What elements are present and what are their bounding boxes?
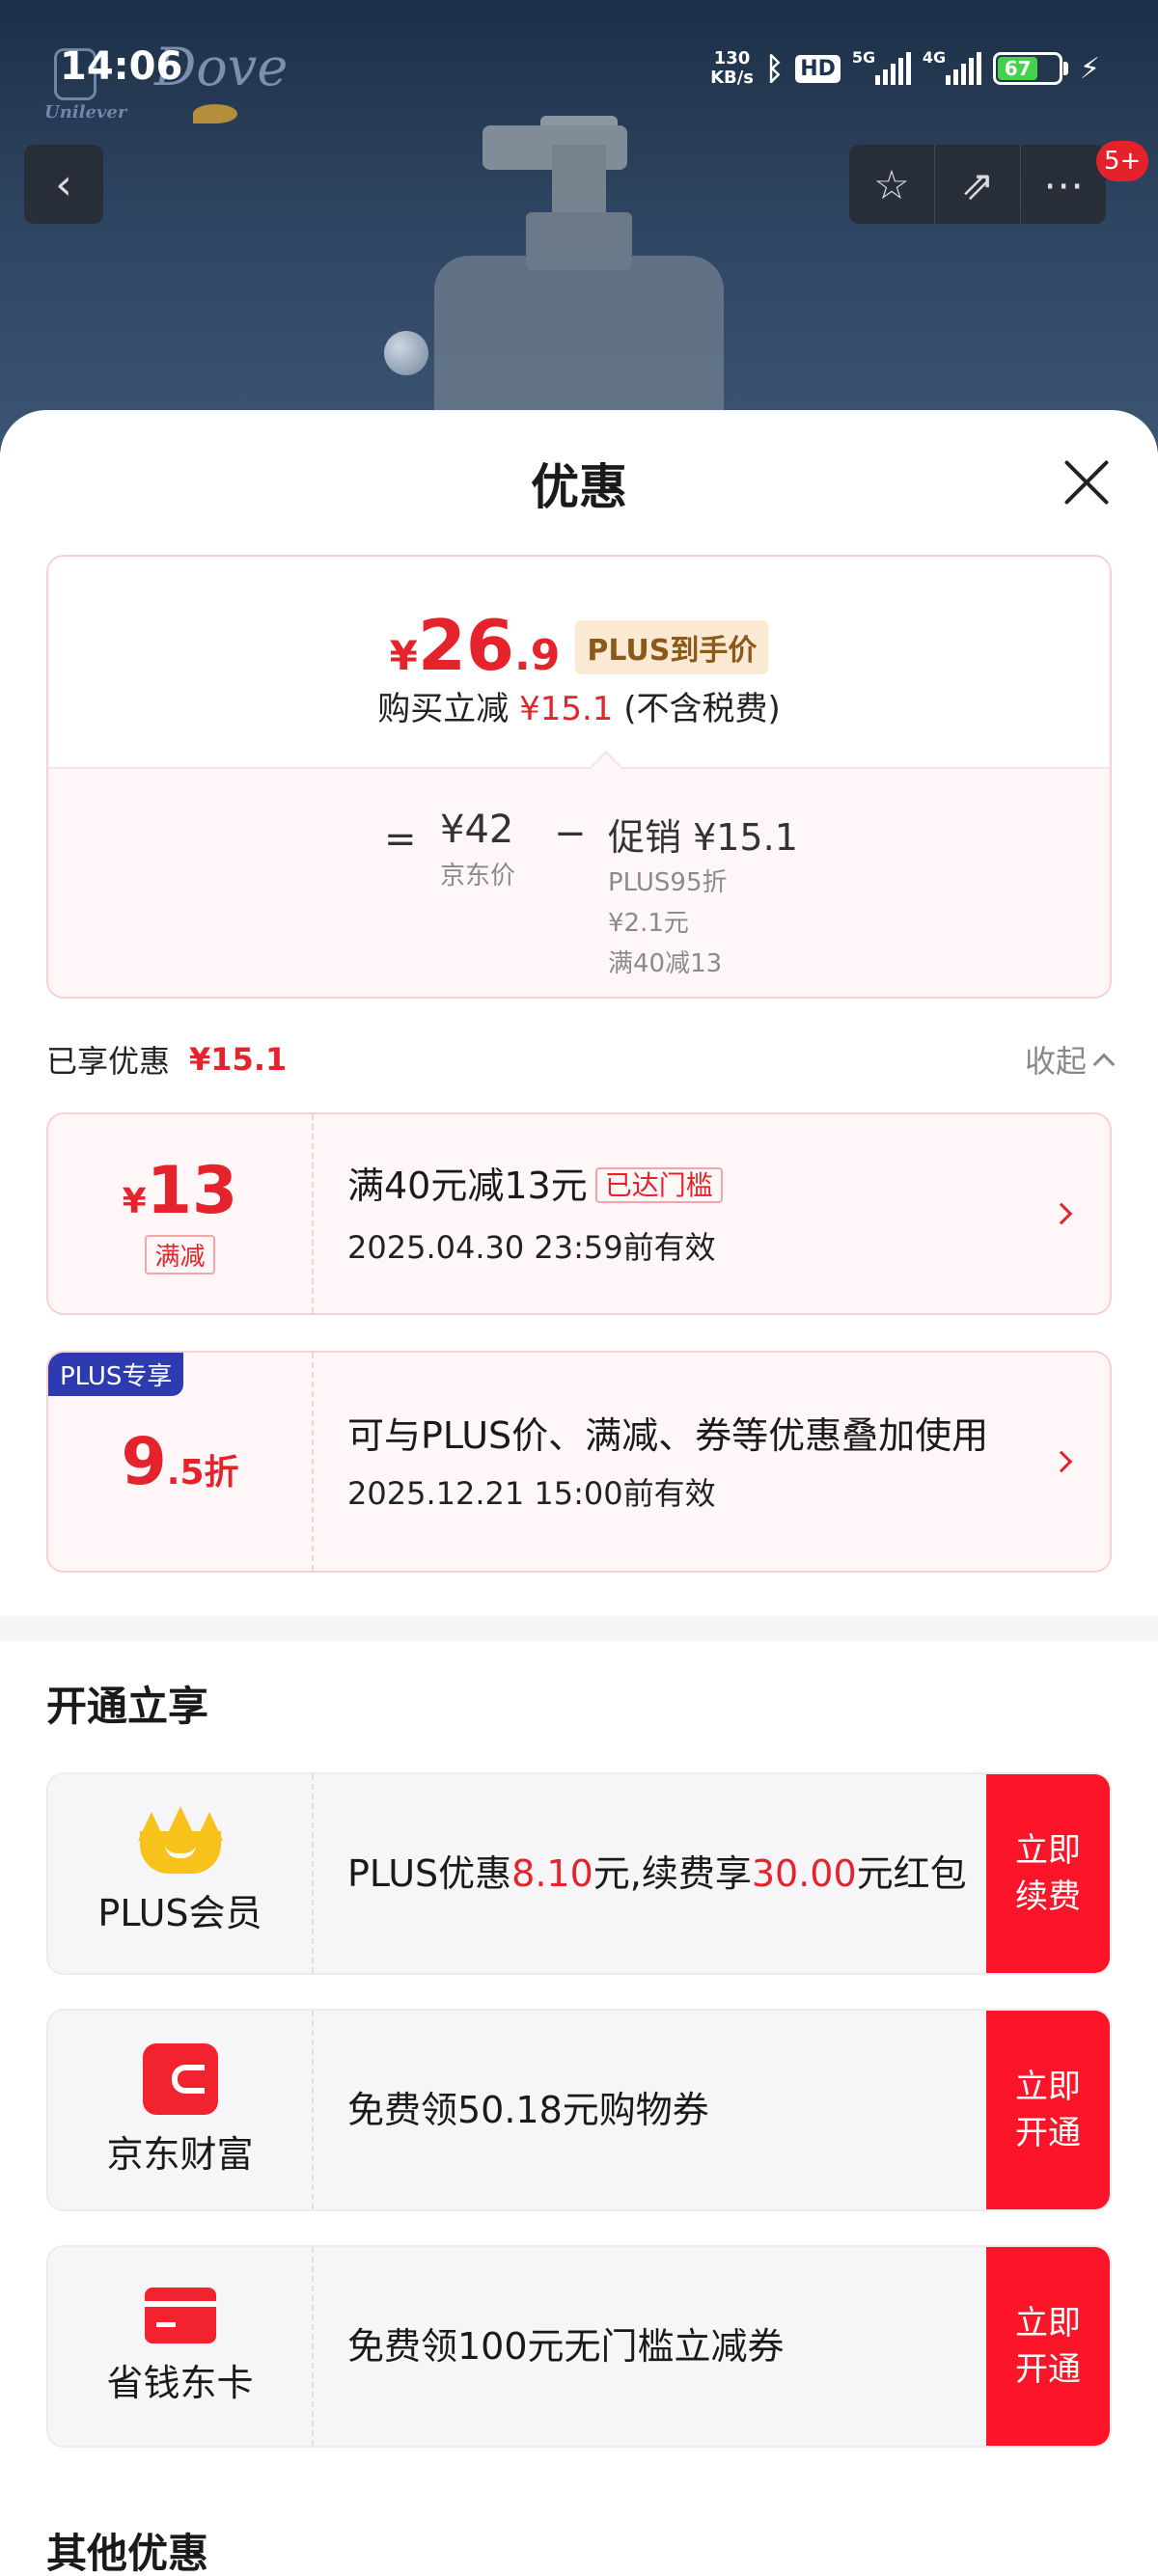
price-summary-card: ¥26.9 PLUS到手价 购买立减 ¥15.1 (不含税费) = ¥42 京东… [46, 555, 1112, 999]
chevron-right-icon [1050, 1202, 1073, 1225]
open-card-plus: PLUS会员 PLUS优惠8.10元,续费享30.00元红包 立即续费 [46, 1772, 1112, 1975]
close-button[interactable] [1057, 453, 1115, 511]
plus-price-tag: PLUS到手价 [575, 620, 769, 674]
open-now-button[interactable]: 立即开通 [986, 2011, 1110, 2209]
promo-detail: PLUS95折 [608, 868, 728, 897]
equals-sign: = [384, 817, 417, 862]
promo-detail: 满40减13 [608, 949, 723, 978]
signal-4g-icon: 4G [923, 48, 981, 85]
chevron-left-icon: ‹ [55, 159, 72, 209]
net-speed-unit: KB/s [710, 68, 755, 88]
favorite-button[interactable]: ☆ [849, 145, 935, 224]
reduce-prefix: 购买立减 [377, 690, 510, 728]
other-section-title: 其他优惠 [46, 2530, 209, 2576]
promo-left: ¥13 满减 [48, 1114, 314, 1313]
jd-price-label: 京东价 [440, 862, 516, 891]
promo-total: 促销 ¥15.1 [608, 816, 798, 859]
discount-sheet: 优惠 ¥26.9 PLUS到手价 购买立减 ¥15.1 (不含税费) = ¥42… [0, 410, 1158, 2576]
back-button[interactable]: ‹ [24, 145, 103, 224]
share-button[interactable]: ⇗ [935, 145, 1021, 224]
open-card-text: 免费领50.18元购物券 [347, 2089, 709, 2131]
promo-info: 可与PLUS价、满减、券等优惠叠加使用 2025.12.21 15:00前有效 [347, 1353, 1023, 1571]
renew-now-button[interactable]: 立即续费 [986, 1774, 1110, 1973]
battery-icon: 67 [992, 52, 1068, 85]
promo-card-plus-discount[interactable]: PLUS专享 9.5折 可与PLUS价、满减、券等优惠叠加使用 2025.12.… [46, 1351, 1112, 1573]
price-breakdown: = ¥42 京东价 − 促销 ¥15.1 PLUS95折 ¥2.1元 满40减1… [48, 767, 1110, 997]
open-section-title: 开通立享 [46, 1683, 209, 1730]
final-price-row: ¥26.9 PLUS到手价 [48, 605, 1110, 686]
promo-value: 9.5折 [121, 1423, 239, 1500]
promo-col: 促销 ¥15.1 PLUS95折 ¥2.1元 满40减13 [608, 808, 798, 982]
bubble-decoration [384, 331, 428, 375]
notification-badge: 5+ [1096, 141, 1149, 181]
plus-exclusive-badge: PLUS专享 [48, 1353, 184, 1396]
section-divider [0, 1616, 1158, 1641]
promo-card-full-reduction[interactable]: ¥13 满减 满40元减13元 已达门槛 2025.04.30 23:59前有效 [46, 1112, 1112, 1315]
promo-date: 2025.04.30 23:59前有效 [347, 1229, 716, 1266]
promo-detail: ¥2.1元 [608, 909, 689, 938]
network-speed: 130 KB/s [710, 49, 754, 88]
collapse-label: 收起 [1024, 1043, 1087, 1080]
reduce-row: 购买立减 ¥15.1 (不含税费) [48, 682, 1110, 729]
open-card-left: PLUS会员 [48, 1774, 314, 1973]
jd-price-col: ¥42 京东价 [440, 808, 515, 891]
chevron-up-icon [1092, 1053, 1116, 1076]
open-now-button[interactable]: 立即开通 [986, 2247, 1110, 2446]
promo-value: ¥13 [122, 1153, 238, 1229]
promo-date: 2025.12.21 15:00前有效 [347, 1475, 716, 1512]
open-card-left: 省钱东卡 [48, 2247, 314, 2446]
final-price: ¥26.9 [389, 605, 561, 686]
promo-info: 满40元减13元 已达门槛 2025.04.30 23:59前有效 [347, 1114, 1023, 1313]
jd-wealth-icon [142, 2042, 218, 2115]
signal-5g-icon: 5G [852, 48, 911, 85]
enjoyed-amount: ¥15.1 [189, 1041, 288, 1078]
bank-card-icon [144, 2287, 216, 2343]
more-dots-icon: ⋯ [1043, 160, 1084, 208]
open-card-name: 省钱东卡 [106, 2361, 254, 2404]
crown-icon [137, 1805, 223, 1874]
top-action-group: ☆ ⇗ ⋯ [849, 145, 1106, 224]
open-card-text: PLUS优惠8.10元,续费享30.00元红包 [347, 1852, 967, 1895]
price-summary-top: ¥26.9 PLUS到手价 购买立减 ¥15.1 (不含税费) [48, 557, 1110, 767]
promo-title: 可与PLUS价、满减、券等优惠叠加使用 [347, 1414, 989, 1457]
promo-title: 满40元减13元 已达门槛 [347, 1160, 1023, 1216]
bluetooth-icon: ᛒ [765, 50, 785, 87]
share-icon: ⇗ [960, 160, 995, 208]
chevron-right-icon [1050, 1450, 1073, 1473]
open-card-name: PLUS会员 [97, 1891, 262, 1934]
jd-price: ¥42 [440, 808, 514, 852]
enjoyed-label: 已享优惠 [46, 1043, 171, 1080]
open-card-left: 京东财富 [48, 2011, 314, 2209]
promo-type-badge: 满减 [145, 1235, 215, 1274]
status-icons: 130 KB/s ᛒ HD 5G 4G 67 ⚡ [710, 46, 1100, 91]
threshold-reached-tag: 已达门槛 [594, 1167, 723, 1203]
sheet-title: 优惠 [531, 459, 627, 515]
bottle-pump [552, 145, 606, 222]
battery-level: 67 [997, 57, 1038, 80]
minus-sign: − [554, 811, 587, 856]
status-time: 14:06 [60, 44, 183, 89]
open-card-saving-card: 省钱东卡 免费领100元无门槛立减券 立即开通 [46, 2245, 1112, 2448]
charging-icon: ⚡ [1079, 51, 1100, 86]
open-card-jd-wealth: 京东财富 免费领50.18元购物券 立即开通 [46, 2009, 1112, 2211]
open-card-text: 免费领100元无门槛立减券 [347, 2325, 785, 2368]
enjoyed-row: 已享优惠 ¥15.1 收起 [46, 1035, 1116, 1083]
open-card-name: 京东财富 [106, 2132, 254, 2176]
reduce-note: (不含税费) [623, 690, 781, 728]
star-icon: ☆ [873, 160, 910, 208]
hd-voice-icon: HD [795, 54, 841, 83]
more-button[interactable]: ⋯ [1021, 145, 1106, 224]
reduce-amount: ¥15.1 [519, 690, 614, 728]
net-speed-value: 130 [713, 48, 751, 69]
status-bar: 14:06 130 KB/s ᛒ HD 5G 4G 67 ⚡ [0, 0, 1158, 135]
collapse-toggle[interactable]: 收起 [1024, 1037, 1116, 1082]
